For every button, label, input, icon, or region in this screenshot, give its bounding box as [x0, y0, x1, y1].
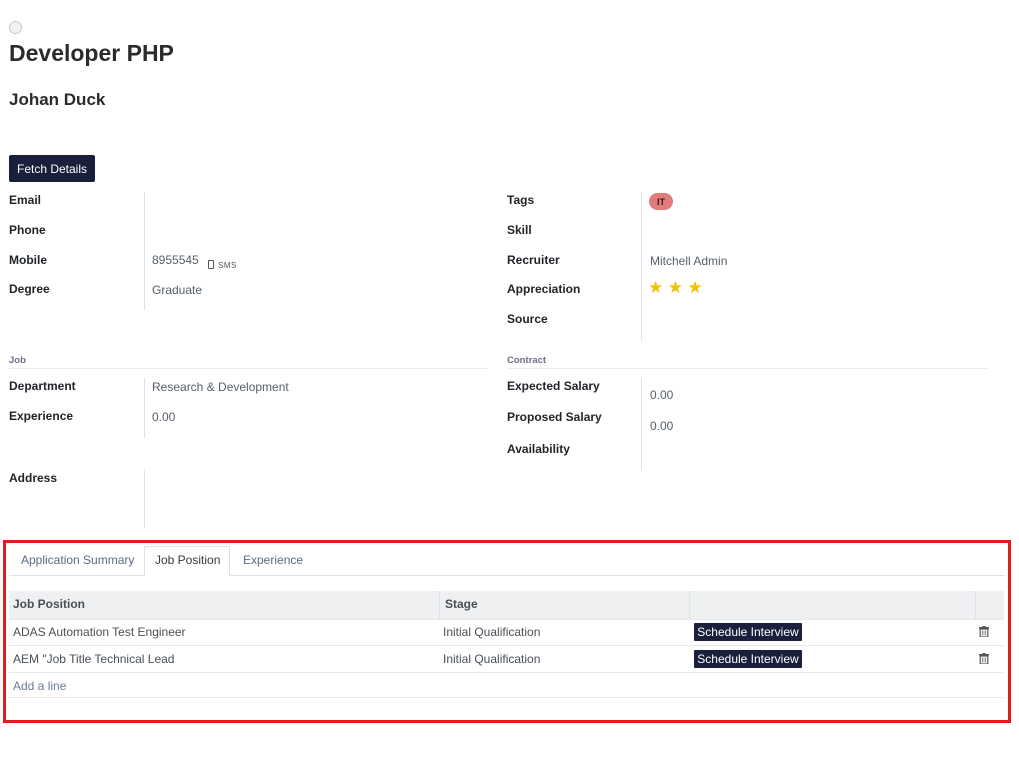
record-title: Developer PHP — [9, 40, 174, 66]
contract-section-title: Contract — [507, 355, 547, 366]
field-divider — [144, 378, 145, 438]
recruiter-label: Recruiter — [507, 253, 560, 267]
mobile-label: Mobile — [9, 253, 47, 267]
experience-field[interactable]: 0.00 — [152, 410, 175, 424]
phone-label: Phone — [9, 223, 46, 237]
skill-label: Skill — [507, 223, 532, 237]
mobile-phone-icon — [208, 260, 214, 269]
expected-salary-label: Expected Salary — [507, 379, 600, 393]
mobile-field[interactable]: 8955545 — [152, 253, 199, 267]
appreciation-label: Appreciation — [507, 282, 581, 296]
priority-toggle[interactable] — [9, 21, 22, 34]
section-separator — [9, 368, 487, 369]
job-section-title: Job — [9, 355, 26, 366]
field-divider — [641, 378, 642, 470]
send-sms-button[interactable]: SMS — [208, 255, 237, 273]
source-field[interactable] — [648, 311, 978, 329]
address-field[interactable] — [150, 470, 480, 525]
department-label: Department — [9, 379, 76, 393]
skill-field[interactable] — [648, 222, 978, 240]
source-label: Source — [507, 312, 548, 326]
star-icon[interactable]: ★ — [687, 278, 702, 297]
star-icon[interactable]: ★ — [648, 278, 663, 297]
recruiter-field[interactable]: Mitchell Admin — [650, 254, 727, 268]
applicant-name: Johan Duck — [9, 90, 106, 109]
department-field[interactable]: Research & Development — [152, 380, 289, 394]
phone-field[interactable] — [150, 222, 480, 240]
field-divider — [641, 192, 642, 341]
email-field[interactable] — [150, 192, 480, 210]
highlight-frame — [3, 540, 1011, 723]
availability-field[interactable] — [648, 440, 978, 458]
section-separator — [507, 368, 989, 369]
experience-label: Experience — [9, 409, 74, 423]
star-icon[interactable]: ★ — [668, 278, 683, 297]
address-label: Address — [9, 471, 58, 485]
tag-badge[interactable]: IT — [649, 193, 673, 210]
email-label: Email — [9, 193, 42, 207]
availability-label: Availability — [507, 442, 570, 456]
degree-label: Degree — [9, 282, 50, 296]
proposed-salary-label: Proposed Salary — [507, 410, 602, 424]
proposed-salary-field[interactable]: 0.00 — [650, 419, 673, 433]
sms-label: SMS — [218, 261, 237, 270]
expected-salary-field[interactable]: 0.00 — [650, 388, 673, 402]
tags-label: Tags — [507, 193, 535, 207]
field-divider — [144, 192, 145, 310]
appreciation-stars[interactable]: ★ ★ ★ — [648, 279, 703, 298]
field-divider — [144, 469, 145, 528]
degree-field[interactable]: Graduate — [152, 283, 202, 297]
fetch-details-button[interactable]: Fetch Details — [9, 155, 95, 182]
